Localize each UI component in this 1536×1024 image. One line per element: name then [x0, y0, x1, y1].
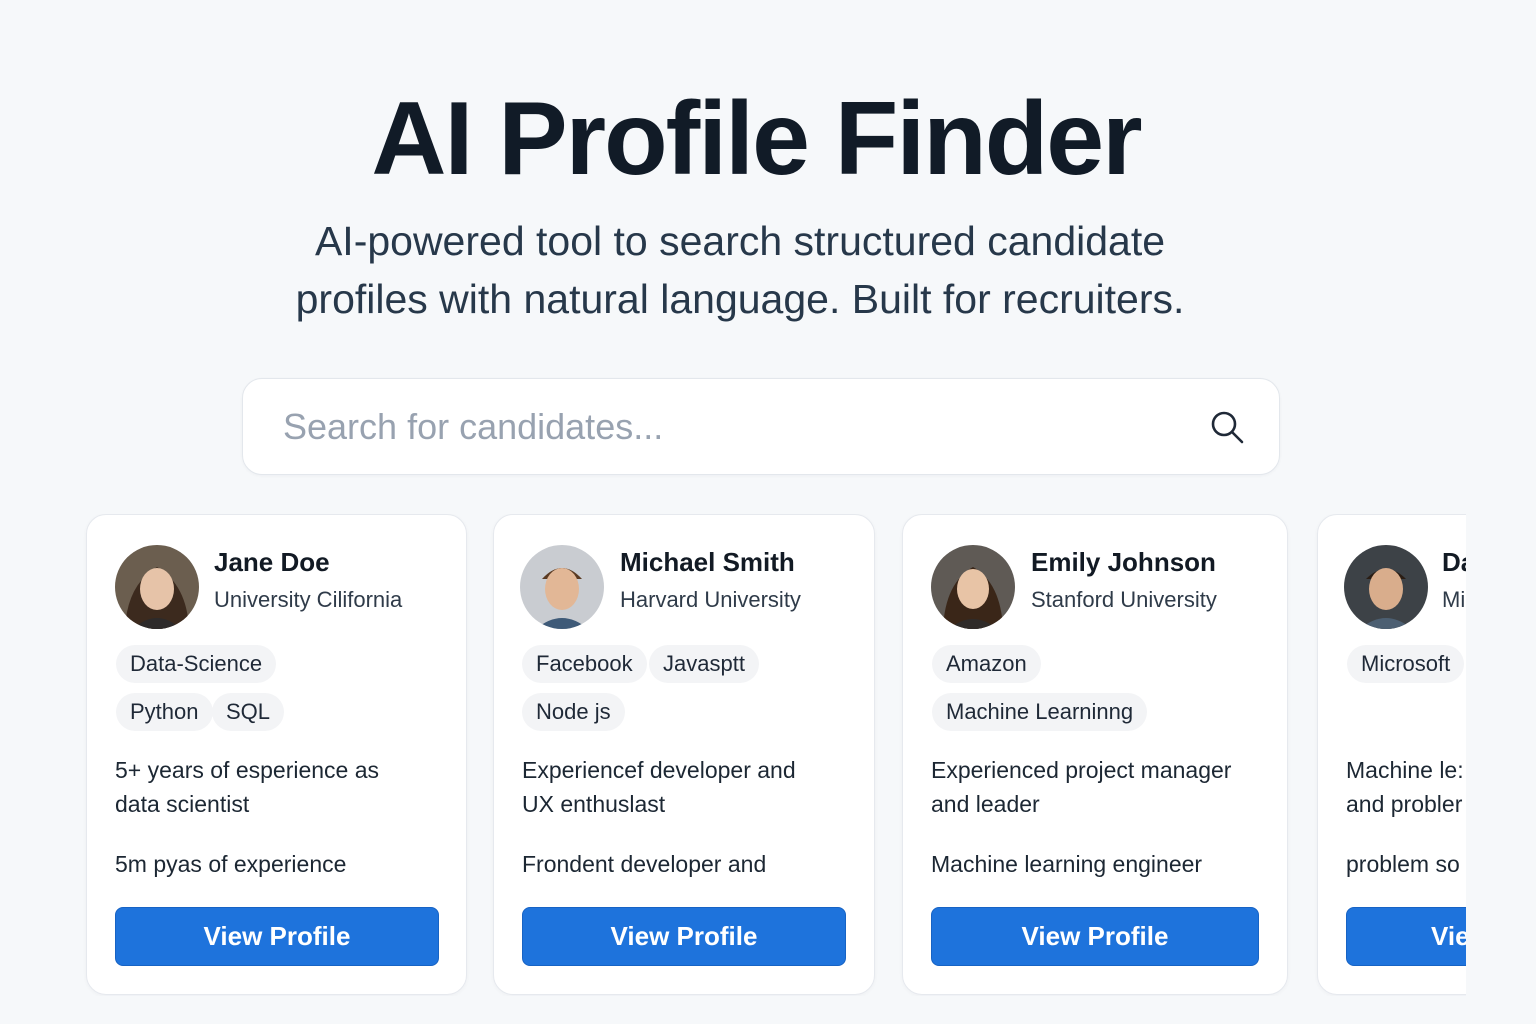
candidate-description: Experienced project manager and leader	[931, 753, 1231, 821]
skill-tag: Node js	[522, 693, 625, 731]
candidate-note: Frondent developer and	[522, 851, 767, 877]
candidate-school: Harvard University	[620, 587, 801, 612]
search-bar	[242, 378, 1280, 475]
page: AI Profile Finder AI-powered tool to sea…	[0, 0, 1536, 1024]
skill-tag: SQL	[212, 693, 285, 731]
view-profile-button[interactable]: View Profile	[931, 907, 1259, 966]
description-line: UX enthuslast	[522, 791, 666, 817]
avatar	[520, 545, 604, 629]
page-subtitle: AI-powered tool to search structured can…	[240, 212, 1240, 328]
candidate-note: problem so	[1346, 851, 1460, 877]
avatar	[1344, 545, 1428, 629]
search-input[interactable]	[283, 399, 1183, 455]
page-title: AI Profile Finder	[371, 81, 1142, 197]
skill-tag: Python	[116, 693, 213, 731]
candidate-note: Machine learning engineer	[931, 851, 1203, 877]
candidate-card: Jane Doe University Cilifornia Data-Scie…	[86, 514, 467, 995]
avatar	[115, 545, 199, 629]
view-profile-button[interactable]: Vie	[1346, 907, 1466, 966]
description-line: Machine le:	[1346, 757, 1464, 783]
description-line: 5+ years of esperience as	[115, 757, 380, 783]
candidate-list: Jane Doe University Cilifornia Data-Scie…	[0, 514, 1466, 996]
view-profile-button[interactable]: View Profile	[115, 907, 439, 966]
candidate-note: 5m pyas of experience	[115, 851, 347, 877]
description-line: and leader	[931, 791, 1040, 817]
candidate-school: University Cilifornia	[214, 587, 403, 612]
subtitle-line-2: profiles with natural language. Built fo…	[295, 276, 1185, 322]
search-icon[interactable]	[1209, 409, 1245, 445]
skill-tag: Data-Science	[116, 645, 277, 683]
skill-tag: Machine Learninng	[932, 693, 1148, 731]
view-profile-button[interactable]: View Profile	[522, 907, 846, 966]
candidate-description: Experiencef developer and UX enthuslast	[522, 753, 796, 821]
candidate-card: Michael Smith Harvard University Faceboo…	[493, 514, 875, 995]
subtitle-line-1: AI-powered tool to search structured can…	[314, 218, 1166, 264]
skill-tag: Microsoft	[1347, 645, 1465, 683]
skill-tag: Amazon	[932, 645, 1041, 683]
candidate-name: Michael Smith	[620, 547, 795, 577]
candidate-name: Jane Doe	[214, 547, 330, 577]
candidate-name: Emily Johnson	[1031, 547, 1216, 577]
candidate-name: Da	[1442, 547, 1466, 577]
candidate-school: Stanford University	[1031, 587, 1217, 612]
candidate-description: 5+ years of esperience as data scientist	[115, 753, 379, 821]
skill-tag: Facebook	[522, 645, 647, 683]
candidate-school: Mi	[1442, 587, 1466, 612]
description-line: Experiencef developer and	[522, 757, 796, 783]
candidate-card: Da Mi Microsoft Machine le: and probler …	[1317, 514, 1466, 995]
description-line: data scientist	[115, 791, 250, 817]
description-line: and probler	[1346, 791, 1463, 817]
description-line: Experienced project manager	[931, 757, 1232, 783]
candidate-description: Machine le: and probler	[1346, 753, 1464, 821]
skill-tag: Javasptt	[649, 645, 759, 683]
avatar	[931, 545, 1015, 629]
candidate-card: Emily Johnson Stanford University Amazon…	[902, 514, 1288, 995]
